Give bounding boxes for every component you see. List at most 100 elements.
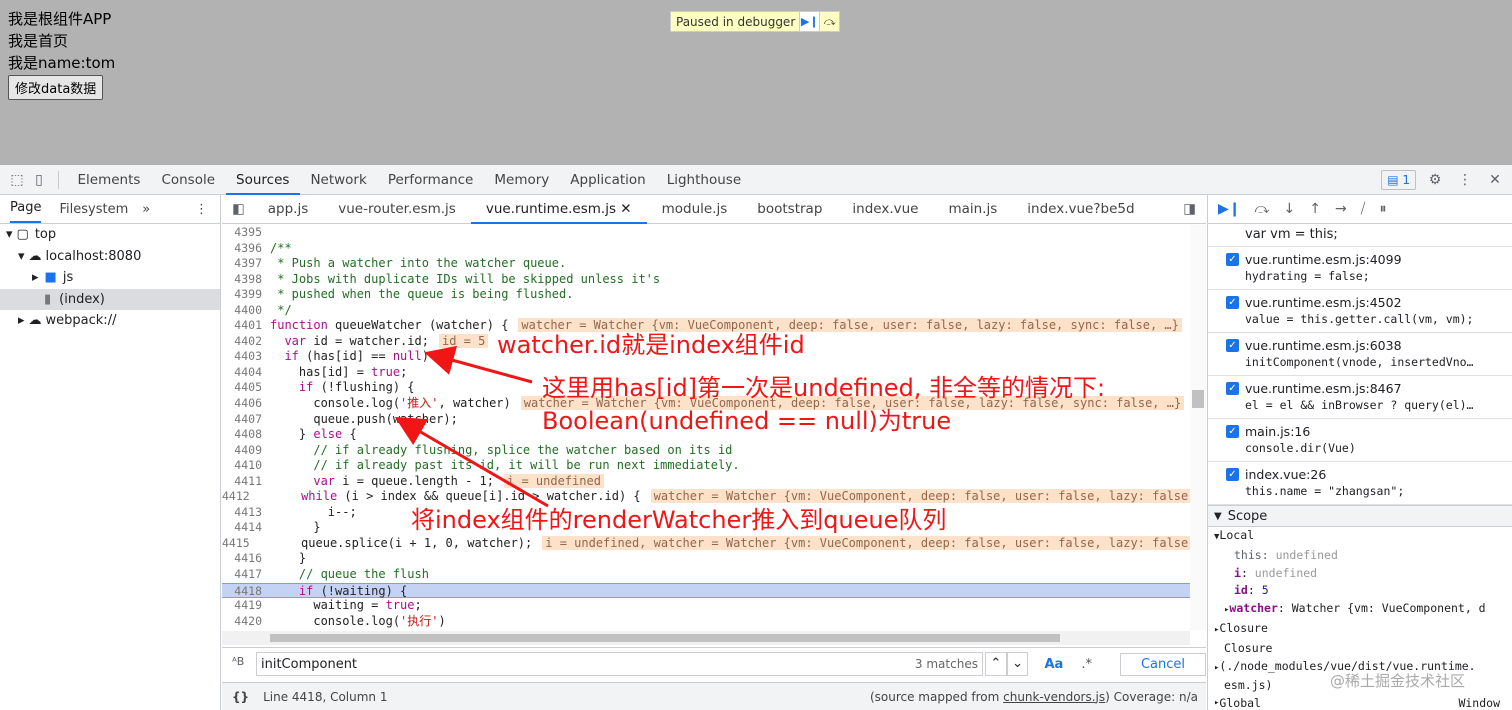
line-number[interactable]: 4419: [222, 598, 266, 614]
code-line[interactable]: 4416 }: [222, 551, 1190, 567]
more-tabs-icon[interactable]: »: [142, 202, 150, 217]
more-options-icon[interactable]: ⋮: [1454, 169, 1476, 191]
step-out-icon[interactable]: ↑: [1309, 201, 1321, 217]
line-number[interactable]: 4406: [222, 396, 266, 412]
step-into-icon[interactable]: ↓: [1283, 201, 1295, 217]
code-line[interactable]: 4410 // if already past its id, it will …: [222, 458, 1190, 474]
code-line[interactable]: 4398 * Jobs with duplicate IDs will be s…: [222, 272, 1190, 288]
line-number[interactable]: 4396: [222, 241, 266, 257]
line-number[interactable]: 4409: [222, 443, 266, 459]
breakpoint-checkbox[interactable]: ✓: [1226, 468, 1239, 481]
tree-item-webpack[interactable]: ▸ ☁ webpack://: [0, 310, 220, 332]
tree-item-index[interactable]: ▮ (index): [0, 288, 220, 310]
cancel-button[interactable]: Cancel: [1119, 652, 1206, 676]
code-line[interactable]: 4399 * pushed when the queue is being fl…: [222, 287, 1190, 303]
inspect-element-icon[interactable]: ⬚: [6, 169, 28, 191]
scope-header[interactable]: ▼ Scope: [1208, 505, 1512, 527]
line-number[interactable]: 4412: [222, 489, 254, 505]
breakpoint-item[interactable]: ✓ vue.runtime.esm.js:8467 el = el && inBro…: [1208, 376, 1512, 419]
breakpoint-checkbox[interactable]: ✓: [1226, 253, 1239, 266]
file-tab[interactable]: index.vue: [837, 195, 933, 224]
search-replace-icon[interactable]: ᴬB: [232, 655, 244, 668]
line-number[interactable]: 4418: [222, 584, 266, 598]
breakpoint-checkbox[interactable]: ✓: [1226, 382, 1239, 395]
line-number[interactable]: 4408: [222, 427, 266, 443]
code-line[interactable]: 4396 /**: [222, 241, 1190, 257]
line-number[interactable]: 4420: [222, 614, 266, 630]
tree-item-top[interactable]: ▾ ▢ top: [0, 224, 220, 246]
line-number[interactable]: 4411: [222, 474, 266, 490]
tab-application[interactable]: Application: [560, 165, 656, 195]
tab-filesystem[interactable]: Filesystem: [59, 202, 128, 217]
tab-sources[interactable]: Sources: [225, 165, 300, 195]
line-number[interactable]: 4397: [222, 256, 266, 272]
toggle-navigator-icon[interactable]: ◧: [222, 201, 253, 217]
code-line[interactable]: 4421 if (process.env.NODE_ENV !== 'produ…: [222, 629, 1190, 630]
step-over-icon[interactable]: ⤼: [1255, 201, 1270, 217]
next-match-icon[interactable]: ⌄: [1006, 652, 1029, 676]
breakpoint-item[interactable]: ✓ index.vue:26 this.name = "zhangsan";: [1208, 462, 1512, 505]
breakpoint-item[interactable]: ✓ main.js:16 console.dir(Vue): [1208, 419, 1512, 462]
code-line[interactable]: 4419 waiting = true;: [222, 598, 1190, 614]
deactivate-breakpoints-icon[interactable]: ⧸: [1361, 201, 1366, 217]
tab-page[interactable]: Page: [10, 195, 42, 223]
line-number[interactable]: 4421: [222, 629, 266, 630]
breakpoint-checkbox[interactable]: ✓: [1226, 339, 1239, 352]
line-number[interactable]: 4395: [222, 225, 266, 241]
scope-closure[interactable]: ▸Closure: [1208, 620, 1512, 640]
match-case-button[interactable]: Aa: [1044, 657, 1063, 672]
pause-on-exceptions-icon[interactable]: ⏸: [1379, 201, 1386, 217]
code-line[interactable]: 4409 // if already flushing, splice the …: [222, 443, 1190, 459]
step-over-icon[interactable]: ⤼: [819, 12, 839, 31]
line-number[interactable]: 4401: [222, 318, 266, 334]
code-line[interactable]: 4411 var i = queue.length - 1; i = undefi…: [222, 473, 1190, 490]
line-number[interactable]: 4414: [222, 520, 266, 536]
close-tab-icon[interactable]: ✕: [616, 201, 631, 217]
code-line[interactable]: 4415 queue.splice(i + 1, 0, watcher); i =…: [222, 535, 1190, 552]
line-number[interactable]: 4398: [222, 272, 266, 288]
file-tab[interactable]: app.js: [253, 195, 324, 224]
close-icon[interactable]: ✕: [1484, 169, 1506, 191]
line-number[interactable]: 4402: [222, 334, 266, 350]
file-tab[interactable]: bootstrap: [742, 195, 837, 224]
code-line[interactable]: 4417 // queue the flush: [222, 567, 1190, 583]
file-tab[interactable]: main.js: [933, 195, 1012, 224]
scroll-thumb[interactable]: [1192, 390, 1204, 408]
line-number[interactable]: 4410: [222, 458, 266, 474]
breakpoint-item[interactable]: ✓ vue.runtime.esm.js:6038 initComponent(vn…: [1208, 333, 1512, 376]
file-tab[interactable]: index.vue?be5d: [1012, 195, 1149, 224]
gear-icon[interactable]: ⚙: [1424, 169, 1446, 191]
previous-match-icon[interactable]: ⌃: [984, 652, 1007, 676]
pretty-print-icon[interactable]: {}: [222, 690, 263, 704]
tree-item-localhost[interactable]: ▾ ☁ localhost:8080: [0, 246, 220, 268]
tab-performance[interactable]: Performance: [377, 165, 484, 195]
resume-icon[interactable]: ▶❙: [799, 12, 820, 31]
device-toolbar-icon[interactable]: ▯: [28, 169, 50, 191]
breakpoint-item[interactable]: ✓ vue.runtime.esm.js:4502 value = this.get…: [1208, 290, 1512, 333]
line-number[interactable]: 4407: [222, 412, 266, 428]
line-number[interactable]: 4405: [222, 380, 266, 396]
tab-console[interactable]: Console: [151, 165, 226, 195]
code-line[interactable]: 4400 */: [222, 303, 1190, 319]
toggle-debugger-icon[interactable]: ◨: [1183, 201, 1206, 217]
modify-data-button[interactable]: 修改data数据: [8, 75, 104, 100]
breakpoint-checkbox[interactable]: ✓: [1226, 425, 1239, 438]
line-number[interactable]: 4400: [222, 303, 266, 319]
tree-item-js[interactable]: ▸ ■ js: [0, 267, 220, 289]
code-line[interactable]: 4418 if (!waiting) {: [222, 582, 1190, 599]
tab-network[interactable]: Network: [300, 165, 377, 195]
code-line[interactable]: 4397 * Push a watcher into the watcher q…: [222, 256, 1190, 272]
scope-var-watcher[interactable]: ▸watcher: Watcher {vm: VueComponent, d: [1208, 600, 1512, 620]
regex-button[interactable]: .*: [1081, 657, 1092, 672]
tab-lighthouse[interactable]: Lighthouse: [656, 165, 751, 195]
tab-elements[interactable]: Elements: [67, 165, 151, 195]
scope-global[interactable]: ▸ Global Window: [1208, 695, 1512, 710]
vertical-scrollbar[interactable]: [1190, 225, 1206, 630]
line-number[interactable]: 4415: [222, 536, 254, 552]
line-number[interactable]: 4399: [222, 287, 266, 303]
tab-memory[interactable]: Memory: [484, 165, 560, 195]
horizontal-scrollbar[interactable]: [222, 631, 1190, 645]
breakpoint-checkbox[interactable]: ✓: [1226, 296, 1239, 309]
scope-local[interactable]: ▼Local: [1208, 527, 1512, 547]
resume-icon[interactable]: ▶❙: [1218, 201, 1241, 217]
